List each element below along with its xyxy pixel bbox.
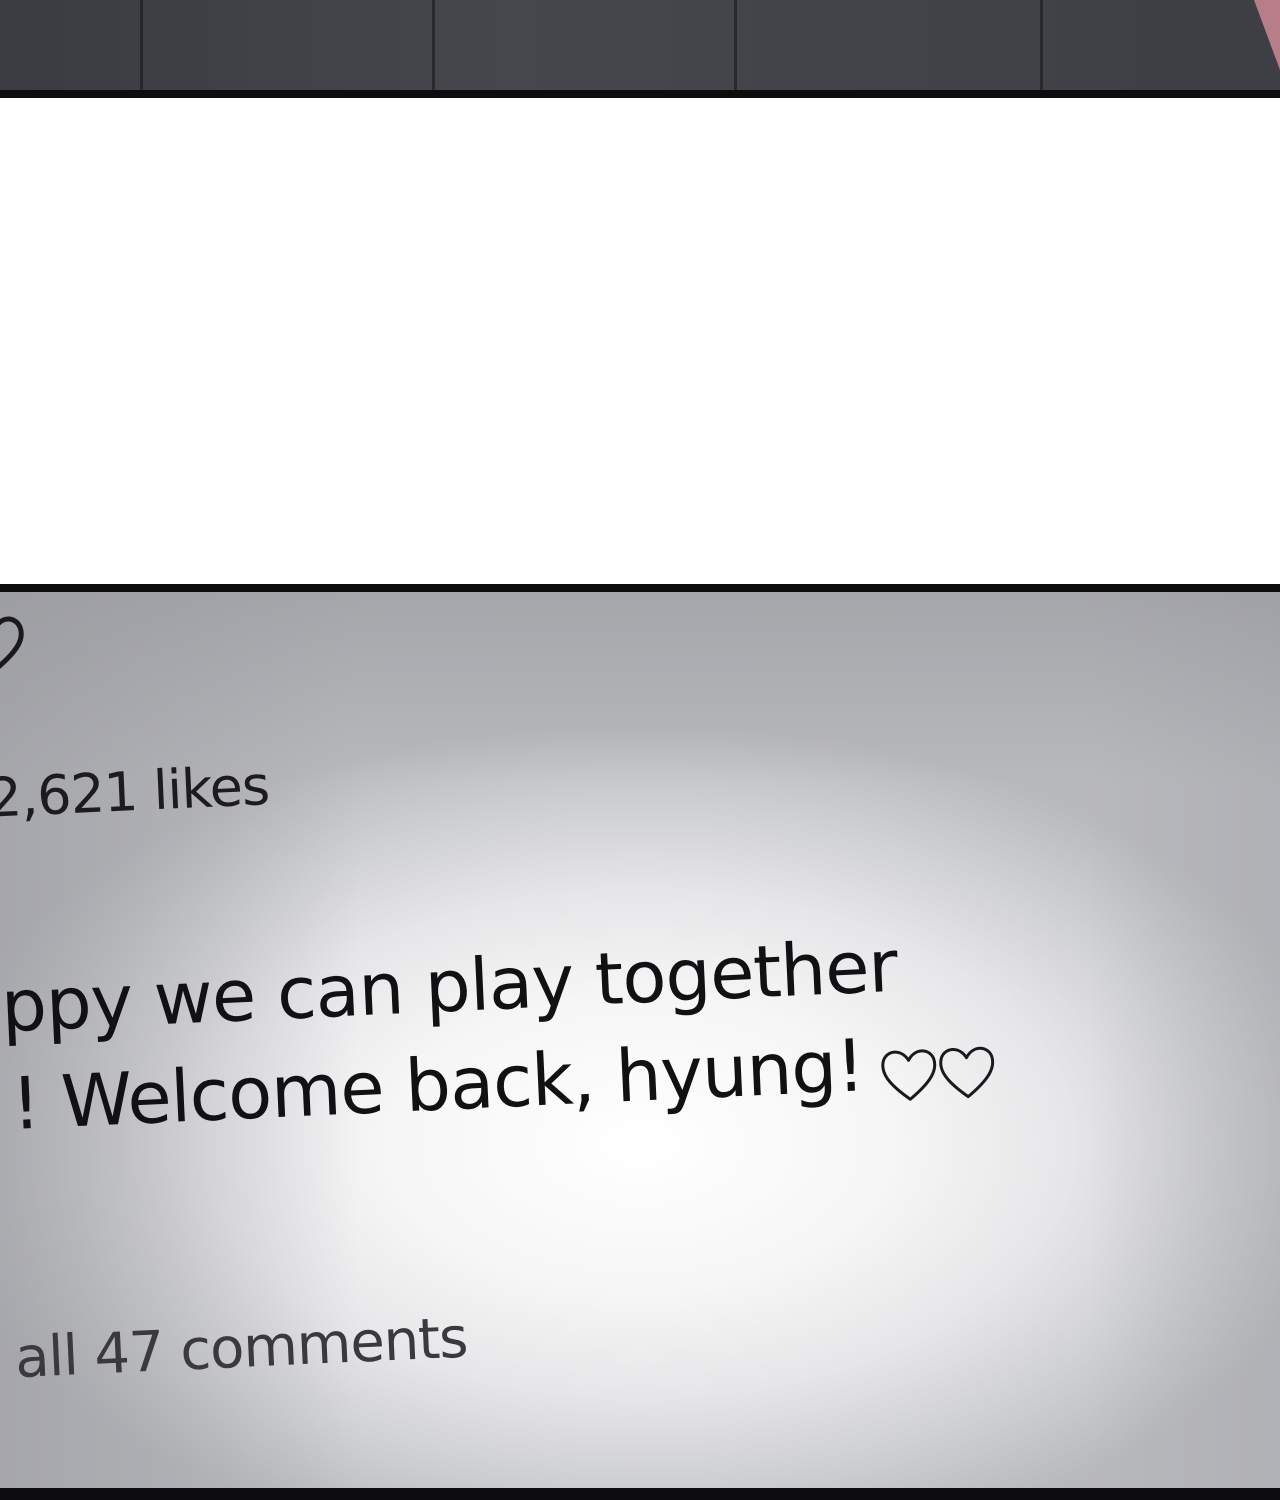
top-comic-panel — [0, 0, 1280, 92]
panel-corner-shape — [1254, 0, 1280, 70]
panel-stripe — [432, 0, 435, 92]
panel-stripe — [734, 0, 737, 92]
likes-count[interactable]: 2,621 likes — [0, 754, 270, 830]
view-comments-link[interactable]: all 47 comments — [14, 1306, 469, 1391]
panel-border — [0, 1488, 1280, 1500]
panel-gutter — [0, 98, 1280, 584]
panel-border — [0, 584, 1280, 592]
panel-border — [0, 90, 1280, 98]
social-post-panel: 2,621 likes ppy we can play together ! W… — [0, 584, 1280, 1488]
caption-hearts — [874, 1023, 994, 1112]
heart-outline-icon — [939, 1046, 994, 1099]
post-content: 2,621 likes ppy we can play together ! W… — [0, 584, 1280, 1487]
panel-stripe — [1040, 0, 1043, 92]
heart-outline-icon[interactable] — [0, 611, 28, 676]
panel-stripe — [140, 0, 143, 92]
